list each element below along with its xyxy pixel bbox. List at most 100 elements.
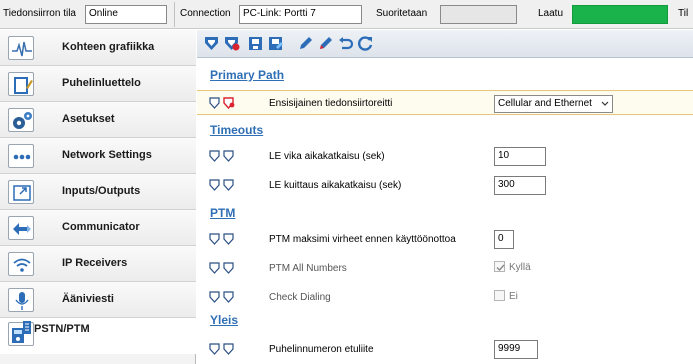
sidebar-item-label: IP Receivers — [62, 257, 128, 269]
phone-prefix-input[interactable]: 9999 — [494, 340, 538, 359]
row-label: Check Dialing — [269, 292, 331, 303]
row-marks — [209, 179, 235, 191]
settings-gears-icon — [8, 108, 34, 132]
row-label: PTM maksimi virheet ennen käyttöönottoa — [269, 234, 456, 245]
row-label: LE kuittaus aikakatkaisu (sek) — [269, 180, 402, 191]
shield-icon — [209, 233, 220, 245]
graph-icon — [8, 36, 34, 60]
row-marks — [209, 233, 235, 245]
read-changed-icon[interactable] — [223, 35, 240, 52]
sidebar-item-communicator[interactable]: Communicator — [0, 210, 196, 246]
network-dots-icon — [8, 144, 34, 168]
edit-alt-icon[interactable] — [317, 35, 334, 52]
le-fault-timeout-input[interactable]: 10 — [494, 147, 546, 166]
sidebar-item-aaniviesti[interactable]: Ääniviesti — [0, 282, 196, 318]
row-marks — [209, 343, 235, 355]
section-title-timeouts: Timeouts — [210, 123, 264, 137]
sidebar-item-pstn-ptm[interactable]: PSTN/PTM — [0, 318, 196, 354]
sidebar-item-puhelinluettelo[interactable]: Puhelinluettelo — [0, 66, 196, 102]
row-ptm-all-numbers: PTM All Numbers Kyllä — [197, 256, 693, 281]
ptm-max-errors-input[interactable]: 0 — [494, 230, 514, 249]
shield-icon — [209, 291, 220, 303]
refresh-icon[interactable] — [357, 35, 374, 52]
row-label: Puhelinnumeron etuliite — [269, 344, 374, 355]
connection-label: Connection — [180, 8, 231, 19]
sidebar-item-label: Asetukset — [62, 113, 115, 125]
sidebar-item-asetukset[interactable]: Asetukset — [0, 102, 196, 138]
row-label: Ensisijainen tiedonsiirtoreitti — [269, 98, 393, 109]
row-marks — [209, 262, 235, 274]
read-all-icon[interactable] — [203, 35, 220, 52]
checkbox-label: Kyllä — [509, 262, 531, 273]
sidebar-item-label: Ääniviesti — [62, 293, 114, 305]
sidebar-item-label: Inputs/Outputs — [62, 185, 141, 197]
undo-icon[interactable] — [337, 35, 354, 52]
row-le-fault-timeout: LE vika aikakatkaisu (sek) 10 — [197, 144, 693, 169]
row-marks — [209, 291, 235, 303]
row-label: PTM All Numbers — [269, 263, 347, 274]
row-marks — [209, 97, 235, 109]
row-phone-prefix: Puhelinnumeron etuliite 9999 — [197, 337, 693, 362]
section-title-ptm: PTM — [210, 206, 236, 220]
shield-icon — [223, 262, 234, 274]
sidebar-item-label: Kohteen grafiikka — [62, 41, 155, 53]
quality-label: Laatu — [538, 8, 564, 19]
sidebar-item-label: PSTN/PTM — [34, 323, 90, 335]
section-title-yleis: Yleis — [210, 313, 239, 327]
row-ptm-max-errors: PTM maksimi virheet ennen käyttöönottoa … — [197, 227, 693, 252]
connection-state-field: Online — [85, 5, 167, 24]
status-bar: Tiedonsiirron tila Online Connection PC-… — [0, 0, 693, 29]
check-dialing-checkbox[interactable]: Ei — [494, 290, 518, 304]
shield-icon — [223, 233, 234, 245]
sidebar-item-ip-receivers[interactable]: IP Receivers — [0, 246, 196, 282]
sidebar-item-kohteen-grafiikka[interactable]: Kohteen grafiikka — [0, 30, 196, 66]
connection-field: PC-Link: Portti 7 — [239, 5, 362, 24]
sidebar-item-network-settings[interactable]: Network Settings — [0, 138, 196, 174]
sidebar-item-label: Communicator — [62, 221, 140, 233]
changed-shield-icon — [223, 97, 235, 109]
phonebook-icon — [8, 72, 34, 96]
connection-state-label: Tiedonsiirron tila — [3, 8, 76, 19]
shield-icon — [209, 179, 220, 191]
communicator-icon — [8, 216, 34, 240]
quality-indicator — [572, 5, 668, 24]
chevron-down-icon — [601, 101, 609, 106]
sidebar-item-inputs-outputs[interactable]: Inputs/Outputs — [0, 174, 196, 210]
checkmark-icon — [496, 264, 505, 272]
wifi-icon — [8, 252, 34, 276]
edit-icon[interactable] — [297, 35, 314, 52]
cut-off-label: Til — [678, 8, 689, 19]
checkbox-box — [494, 261, 505, 272]
row-check-dialing: Check Dialing Ei — [197, 285, 693, 310]
shield-icon — [209, 262, 220, 274]
microphone-icon — [8, 288, 34, 312]
write-icon[interactable] — [247, 35, 264, 52]
section-title-primary-path: Primary Path — [210, 68, 285, 82]
row-le-ack-timeout: LE kuittaus aikakatkaisu (sek) 300 — [197, 173, 693, 198]
le-ack-timeout-input[interactable]: 300 — [494, 176, 546, 195]
content-panel: Primary Path Ensisijainen tiedonsiirtore… — [197, 30, 693, 364]
sidebar-item-label: Puhelinluettelo — [62, 77, 141, 89]
shield-icon — [209, 150, 220, 162]
select-value: Cellular and Ethernet — [498, 98, 592, 109]
toolbar — [197, 30, 693, 58]
row-primary-path: Ensisijainen tiedonsiirtoreitti Cellular… — [197, 90, 693, 115]
running-progress — [440, 5, 517, 24]
shield-icon — [209, 97, 220, 109]
primary-path-select[interactable]: Cellular and Ethernet — [494, 95, 613, 113]
shield-icon — [209, 343, 220, 355]
shield-icon — [223, 343, 234, 355]
write-changed-icon[interactable] — [267, 35, 284, 52]
shield-icon — [223, 291, 234, 303]
status-separator — [174, 2, 175, 27]
checkbox-box — [494, 290, 505, 301]
checkbox-label: Ei — [509, 291, 518, 302]
inputs-outputs-icon — [8, 180, 34, 204]
sidebar: Kohteen grafiikka Puhelinluettelo Asetuk… — [0, 30, 196, 364]
shield-icon — [223, 179, 234, 191]
ptm-all-numbers-checkbox[interactable]: Kyllä — [494, 261, 531, 275]
sidebar-item-label: Network Settings — [62, 149, 152, 161]
phone-icon — [23, 321, 31, 334]
row-marks — [209, 150, 235, 162]
shield-icon — [223, 150, 234, 162]
